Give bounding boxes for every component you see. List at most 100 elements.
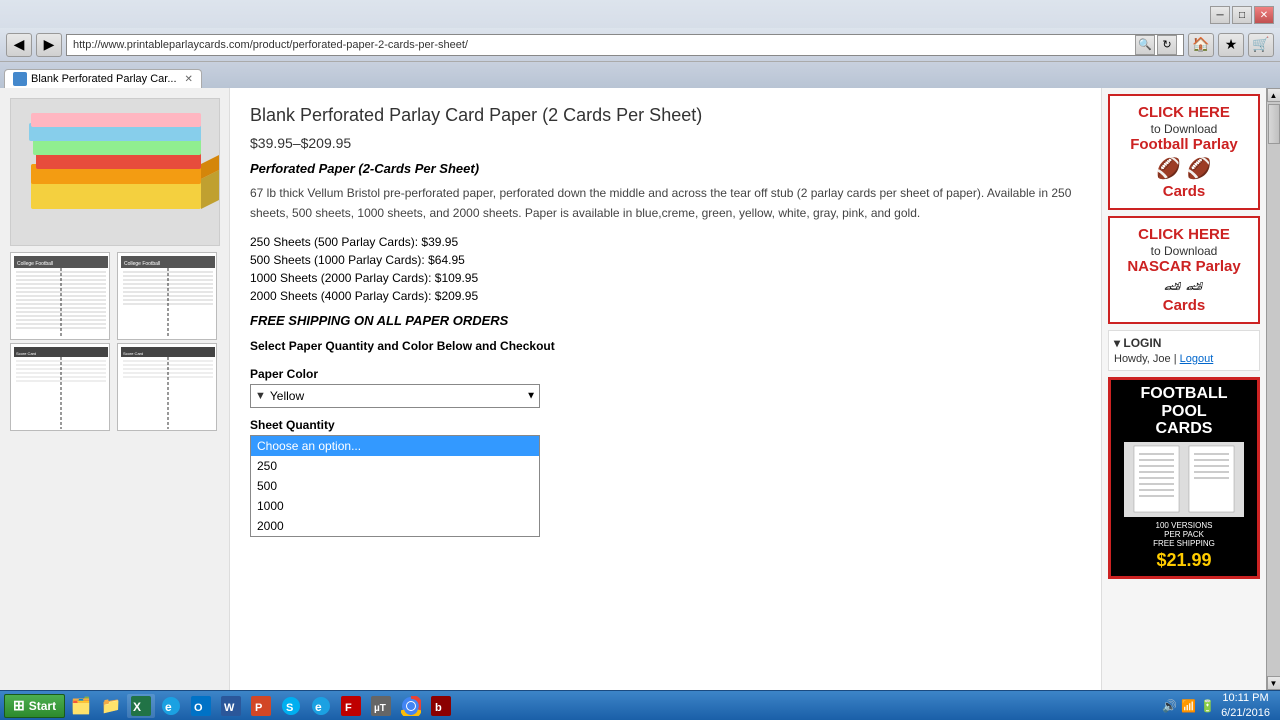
nascar-download-ad[interactable]: CLICK HERE to Download NASCAR Parlay 🏎 🏎…	[1108, 216, 1260, 324]
svg-text:P: P	[255, 702, 262, 714]
taskbar-word-icon[interactable]: W	[217, 694, 245, 718]
url-text: http://www.printableparlaycards.com/prod…	[73, 39, 1135, 51]
right-sidebar: CLICK HERE to Download Football Parlay 🏈…	[1101, 88, 1266, 690]
fp-title-line3: CARDS	[1116, 420, 1252, 438]
taskbar-skype-icon[interactable]: S	[277, 694, 305, 718]
thumbnail-3[interactable]: Score Card	[10, 343, 110, 431]
dropdown-chevron-icon: ▼	[526, 390, 536, 401]
pricing-line-4: 2000 Sheets (4000 Parlay Cards): $209.95	[250, 289, 1081, 303]
taskbar-filezilla-icon[interactable]: F	[337, 694, 365, 718]
thumbnail-2[interactable]: College Football	[117, 252, 217, 340]
taskbar-explorer-icon[interactable]: 🗂️	[67, 694, 95, 718]
fp-card-image	[1124, 442, 1244, 517]
address-icons: 🔍 ↻	[1135, 35, 1177, 55]
refresh-icon[interactable]: ↻	[1157, 35, 1177, 55]
football-icons: 🏈 🏈	[1114, 156, 1254, 181]
taskbar-right: 🔊 📶 🔋 10:11 PM 6/21/2016	[1156, 691, 1276, 720]
minimize-button[interactable]: ─	[1210, 6, 1230, 24]
ad1-line4: Cards	[1114, 183, 1254, 200]
volume-icon[interactable]: 🔊	[1162, 699, 1177, 713]
network-icon[interactable]: 📶	[1181, 699, 1196, 713]
svg-text:Score Card: Score Card	[16, 351, 36, 356]
thumb-svg-1: College Football	[14, 256, 108, 338]
paper-color-label: Paper Color	[250, 367, 1081, 381]
taskbar: ⊞ Start 🗂️ 📁 X e O W P S e F µT b	[0, 690, 1280, 720]
search-icon[interactable]: 🔍	[1135, 35, 1155, 55]
svg-text:W: W	[224, 702, 235, 714]
svg-text:µT: µT	[374, 703, 386, 714]
tab-close-button[interactable]: ✕	[185, 74, 193, 85]
quantity-option-choose[interactable]: Choose an option...	[251, 436, 539, 456]
fp-price: $21.99	[1116, 550, 1252, 571]
paper-color-group: Paper Color ▼ Yellow ▼	[250, 367, 1081, 408]
forward-button[interactable]: ▶	[36, 33, 62, 57]
browser-chrome: ─ □ ✕ ◀ ▶ http://www.printableparlaycard…	[0, 0, 1280, 88]
car-icons: 🏎 🏎	[1114, 278, 1254, 295]
login-greeting: Howdy, Joe	[1114, 353, 1171, 365]
pricing-line-3: 1000 Sheets (2000 Parlay Cards): $109.95	[250, 271, 1081, 285]
football-pool-ad[interactable]: FOOTBALL POOL CARDS	[1108, 377, 1260, 579]
taskbar-utorrent-icon[interactable]: µT	[367, 694, 395, 718]
taskbar-outlook-icon[interactable]: O	[187, 694, 215, 718]
svg-text:O: O	[194, 702, 203, 714]
taskbar-powerpoint-icon[interactable]: P	[247, 694, 275, 718]
main-product-image	[10, 98, 220, 246]
left-nav: College Football	[0, 88, 230, 690]
scroll-down-button[interactable]: ▼	[1267, 676, 1280, 690]
ad2-line1: CLICK HERE	[1114, 226, 1254, 244]
close-button[interactable]: ✕	[1254, 6, 1274, 24]
time-display: 10:11 PM	[1221, 691, 1270, 705]
scrollbar[interactable]: ▲ ▼	[1266, 88, 1280, 690]
login-header[interactable]: ▾ LOGIN	[1114, 336, 1254, 350]
quantity-option-250[interactable]: 250	[251, 456, 539, 476]
page-area: College Football	[0, 88, 1280, 690]
svg-text:College Football: College Football	[17, 261, 53, 267]
ad2-line4: Cards	[1114, 297, 1254, 314]
thumbnail-1[interactable]: College Football	[10, 252, 110, 340]
scroll-up-button[interactable]: ▲	[1267, 88, 1280, 102]
taskbar-app-icon[interactable]: b	[427, 694, 455, 718]
paper-stack-svg	[11, 99, 220, 246]
ad2-line3: NASCAR Parlay	[1114, 258, 1254, 276]
logout-link[interactable]: Logout	[1180, 353, 1214, 365]
product-info-area: Blank Perforated Parlay Card Paper (2 Ca…	[230, 88, 1101, 690]
maximize-button[interactable]: □	[1232, 6, 1252, 24]
selected-color-value: Yellow	[270, 389, 304, 403]
taskbar-ie2-icon[interactable]: e	[307, 694, 335, 718]
taskbar-ie-icon[interactable]: e	[157, 694, 185, 718]
football-download-ad[interactable]: CLICK HERE to Download Football Parlay 🏈…	[1108, 94, 1260, 210]
quantity-option-500[interactable]: 500	[251, 476, 539, 496]
product-images: College Football	[10, 98, 220, 431]
sheet-quantity-label: Sheet Quantity	[250, 418, 1081, 432]
thumbnail-grid: College Football	[10, 252, 220, 431]
quantity-option-2000[interactable]: 2000	[251, 516, 539, 536]
back-button[interactable]: ◀	[6, 33, 32, 57]
cart-icon[interactable]: 🛒	[1248, 33, 1274, 57]
taskbar-excel-icon[interactable]: X	[127, 694, 155, 718]
color-dropdown-container: ▼ Yellow ▼	[250, 384, 540, 408]
tab-label: Blank Perforated Parlay Car...	[31, 73, 177, 85]
svg-text:Score Card: Score Card	[123, 351, 143, 356]
svg-text:F: F	[345, 702, 352, 714]
free-shipping-label: FREE SHIPPING ON ALL PAPER ORDERS	[250, 313, 1081, 328]
favorites-button[interactable]: ★	[1218, 33, 1244, 57]
taskbar-chrome-icon[interactable]	[397, 694, 425, 718]
tab-favicon	[13, 72, 27, 86]
ad2-line2: to Download	[1114, 244, 1254, 258]
product-title: Blank Perforated Parlay Card Paper (2 Ca…	[250, 104, 1081, 127]
quantity-option-1000[interactable]: 1000	[251, 496, 539, 516]
svg-text:e: e	[165, 700, 172, 714]
nav-bar: ◀ ▶ http://www.printableparlaycards.com/…	[0, 28, 1280, 62]
date-display: 6/21/2016	[1221, 706, 1270, 720]
ad1-line1: CLICK HERE	[1114, 104, 1254, 122]
scroll-thumb[interactable]	[1268, 104, 1280, 144]
price-range: $39.95–$209.95	[250, 135, 1081, 151]
start-button[interactable]: ⊞ Start	[4, 694, 65, 718]
battery-icon[interactable]: 🔋	[1200, 699, 1215, 713]
home-button[interactable]: 🏠	[1188, 33, 1214, 57]
taskbar-folder-icon[interactable]: 📁	[97, 694, 125, 718]
active-tab[interactable]: Blank Perforated Parlay Car... ✕	[4, 69, 202, 88]
address-bar[interactable]: http://www.printableparlaycards.com/prod…	[66, 34, 1184, 56]
pricing-line-2: 500 Sheets (1000 Parlay Cards): $64.95	[250, 253, 1081, 267]
thumbnail-4[interactable]: Score Card	[117, 343, 217, 431]
